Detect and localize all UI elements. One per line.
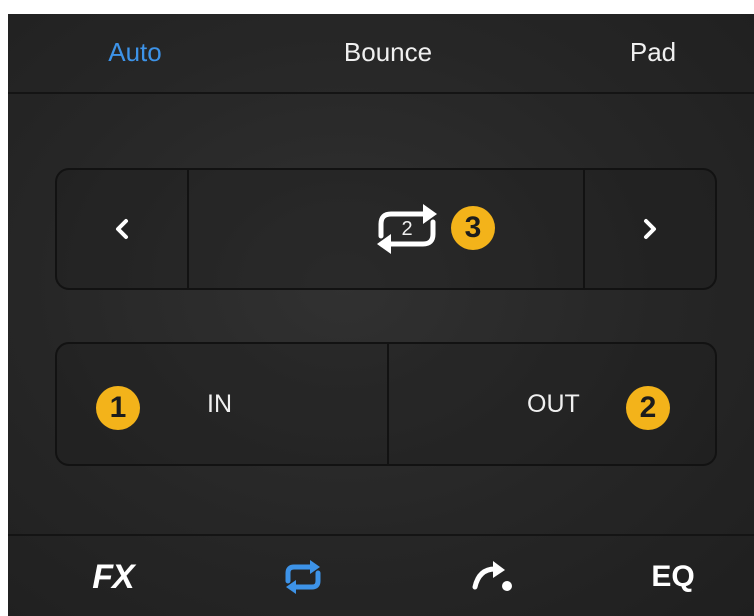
loop-length-selector: 2 — [55, 168, 717, 290]
eq-label: EQ — [651, 560, 695, 593]
callout-badge-1: 1 — [96, 386, 140, 430]
tab-auto[interactable]: Auto — [70, 14, 200, 90]
loop-icon — [285, 560, 321, 594]
chevron-left-icon — [116, 219, 128, 239]
tab-pad[interactable]: Pad — [598, 14, 708, 90]
callout-badge-3: 3 — [451, 206, 495, 250]
loop-next-button[interactable] — [583, 170, 715, 288]
callout-badge-2: 2 — [626, 386, 670, 430]
fx-label: FX — [92, 557, 134, 596]
loop-panel: Auto Bounce Pad 2 3 IN OUT 1 2 FX EQ — [8, 14, 754, 616]
fx-button[interactable]: FX — [68, 536, 158, 616]
loop-count: 2 — [401, 217, 413, 240]
roll-icon — [472, 561, 512, 591]
eq-button[interactable]: EQ — [628, 536, 718, 616]
loop-in-label: IN — [207, 389, 232, 418]
loop-in-out-controls: IN OUT — [55, 342, 717, 466]
loop-length-display: 2 — [189, 170, 585, 288]
chevron-right-icon — [644, 219, 656, 239]
tab-bounce[interactable]: Bounce — [308, 14, 468, 90]
tab-bar: Auto Bounce Pad — [8, 14, 754, 94]
loop-out-label: OUT — [527, 389, 580, 418]
roll-button[interactable] — [448, 536, 538, 616]
loop-button[interactable] — [258, 536, 348, 616]
loop-prev-button[interactable] — [57, 170, 189, 288]
loop-icon: 2 — [367, 196, 447, 262]
bottom-toolbar: FX EQ — [8, 534, 754, 616]
